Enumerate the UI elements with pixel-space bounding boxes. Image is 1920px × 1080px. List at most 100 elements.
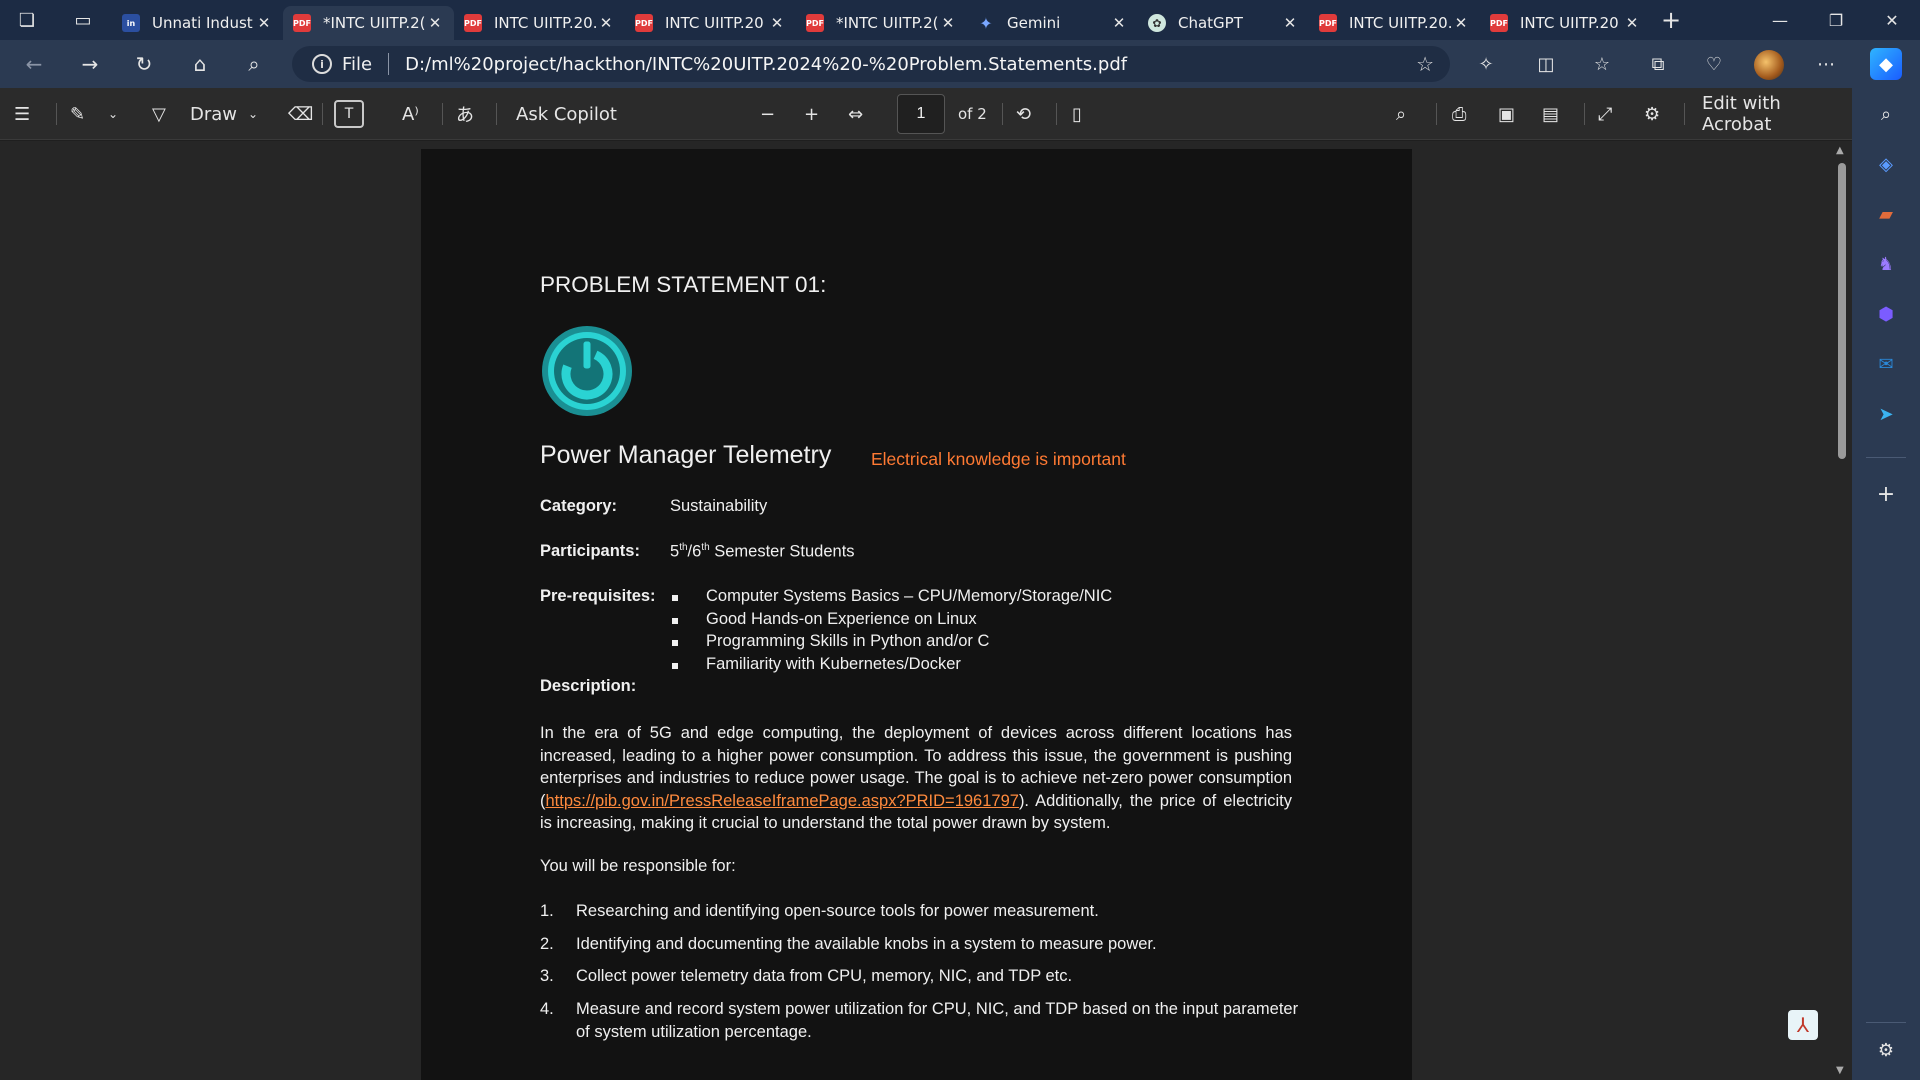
contents-icon[interactable]: ☰ <box>14 88 30 140</box>
prereq-list: Computer Systems Basics – CPU/Memory/Sto… <box>670 587 1230 677</box>
forward-icon[interactable]: → <box>72 48 108 80</box>
fit-width-icon[interactable]: ⇔ <box>848 88 863 140</box>
back-icon[interactable]: ← <box>16 48 52 80</box>
save-as-icon[interactable]: ▤ <box>1542 88 1559 140</box>
refresh-icon[interactable]: ↻ <box>126 48 162 80</box>
category-value: Sustainability <box>670 497 768 515</box>
drop-send-icon[interactable]: ➤ <box>1870 398 1902 430</box>
minimize-icon[interactable]: — <box>1752 0 1808 40</box>
close-tab-icon[interactable]: ✕ <box>768 14 786 32</box>
tab-actions-icon[interactable]: ▭ <box>54 0 112 40</box>
scroll-down-icon[interactable]: ▼ <box>1836 1065 1844 1076</box>
tab-6[interactable]: ✿ ChatGPT ✕ <box>1138 6 1309 40</box>
tab-5[interactable]: ✦ Gemini ✕ <box>967 6 1138 40</box>
annotation-note[interactable]: Electrical knowledge is important <box>871 449 1126 470</box>
copilot-icon[interactable]: ◆ <box>1870 48 1902 80</box>
tab-2[interactable]: PDF INTC UIITP.20. ✕ <box>454 6 625 40</box>
close-tab-icon[interactable]: ✕ <box>426 14 444 32</box>
profile-avatar[interactable] <box>1754 50 1784 80</box>
pdf-page: PROBLEM STATEMENT 01: Power Manager Tele… <box>421 149 1412 1080</box>
divider <box>1436 103 1437 125</box>
description-line: In the era of 5G and edge computing, the… <box>540 724 1292 742</box>
draw-button[interactable]: Draw <box>190 88 237 140</box>
save-icon[interactable]: ▣ <box>1498 88 1515 140</box>
read-aloud-icon[interactable]: A⁾ <box>402 88 419 140</box>
task-item: 1. Researching and identifying open-sour… <box>540 902 1099 921</box>
draw-icon[interactable]: ▽ <box>152 88 166 140</box>
tools-briefcase-icon[interactable]: ▰ <box>1870 198 1902 230</box>
responsible-label: You will be responsible for: <box>540 857 736 875</box>
print-icon[interactable]: ⎙ <box>1452 88 1466 140</box>
tab-bar: ❏ ▭ in Unnati Indust ✕ PDF *INTC UIITP.2… <box>0 0 1920 40</box>
browser-essentials-icon[interactable]: ♡ <box>1694 48 1734 80</box>
split-screen-icon[interactable]: ◫ <box>1526 48 1566 80</box>
scroll-thumb[interactable] <box>1838 163 1846 459</box>
eraser-icon[interactable]: ⌫ <box>288 88 313 140</box>
close-tab-icon[interactable]: ✕ <box>255 14 273 32</box>
tab-title: INTC UIITP.20. <box>494 14 597 32</box>
page-number-input[interactable] <box>897 94 945 134</box>
extensions-icon[interactable]: ✧ <box>1466 48 1506 80</box>
sidebar-settings-icon[interactable]: ⚙ <box>1870 1034 1902 1066</box>
close-tab-icon[interactable]: ✕ <box>1110 14 1128 32</box>
highlight-icon[interactable]: ✎ <box>70 88 85 140</box>
url-box[interactable]: i File D:/ml%20project/hackthon/INTC%20U… <box>292 46 1450 82</box>
divider <box>322 103 323 125</box>
url-text[interactable]: D:/ml%20project/hackthon/INTC%20UITP.202… <box>405 54 1416 75</box>
collections-icon[interactable]: ⧉ <box>1638 48 1678 80</box>
fullscreen-icon[interactable]: ⤢ <box>1598 88 1612 140</box>
edit-with-acrobat-button[interactable]: Edit with Acrobat <box>1702 88 1852 140</box>
home-icon[interactable]: ⌂ <box>182 48 218 80</box>
new-tab-icon[interactable]: + <box>1651 6 1691 34</box>
description-label: Description: <box>540 677 637 695</box>
divider <box>442 103 443 125</box>
sidebar-search-icon[interactable]: ⌕ <box>1870 98 1902 130</box>
restore-icon[interactable]: ❐ <box>1808 0 1864 40</box>
more-menu-icon[interactable]: ⋯ <box>1806 48 1846 80</box>
scrollbar[interactable]: ▲ ▼ <box>1832 141 1852 1080</box>
translate-icon[interactable]: あ <box>456 88 474 140</box>
ask-copilot-button[interactable]: Ask Copilot <box>516 88 617 140</box>
close-window-icon[interactable]: ✕ <box>1864 0 1920 40</box>
add-sidebar-app-icon[interactable]: + <box>1870 478 1902 510</box>
chevron-down-icon[interactable]: ⌄ <box>108 88 118 140</box>
outlook-icon[interactable]: ✉ <box>1870 348 1902 380</box>
find-icon[interactable]: ⌕ <box>1396 88 1406 140</box>
tab-8[interactable]: PDF INTC UIITP.20 ✕ <box>1480 6 1651 40</box>
task-item: 3. Collect power telemetry data from CPU… <box>540 967 1072 986</box>
task-text: Measure and record system power utilizat… <box>576 1000 1299 1018</box>
acrobat-icon[interactable]: ⅄ <box>1788 1010 1818 1040</box>
workspaces-icon[interactable]: ❏ <box>0 0 54 40</box>
shopping-tag-icon[interactable]: ◈ <box>1870 148 1902 180</box>
search-icon[interactable]: ⌕ <box>236 48 272 80</box>
pdf-icon: PDF <box>806 14 824 32</box>
settings-icon[interactable]: ⚙ <box>1644 88 1660 140</box>
site-info-icon[interactable]: i <box>312 54 332 74</box>
games-icon[interactable]: ♞ <box>1870 248 1902 280</box>
text-box-icon[interactable]: T <box>334 88 364 140</box>
tab-7[interactable]: PDF INTC UIITP.20. ✕ <box>1309 6 1480 40</box>
close-tab-icon[interactable]: ✕ <box>1452 14 1470 32</box>
favorite-star-icon[interactable]: ☆ <box>1416 52 1434 76</box>
close-tab-icon[interactable]: ✕ <box>1623 14 1641 32</box>
microsoft-365-icon[interactable]: ⬢ <box>1870 298 1902 330</box>
page-view-icon[interactable]: ▯ <box>1072 88 1082 140</box>
tab-0[interactable]: in Unnati Indust ✕ <box>112 6 283 40</box>
close-tab-icon[interactable]: ✕ <box>1281 14 1299 32</box>
zoom-out-icon[interactable]: − <box>760 88 775 140</box>
tab-1[interactable]: PDF *INTC UIITP.2( ✕ <box>283 6 454 40</box>
favorites-icon[interactable]: ☆ <box>1582 48 1622 80</box>
scroll-up-icon[interactable]: ▲ <box>1836 145 1844 156</box>
rotate-icon[interactable]: ⟲ <box>1016 88 1031 140</box>
zoom-in-icon[interactable]: + <box>804 88 819 140</box>
reference-link[interactable]: https://pib.gov.in/PressReleaseIframePag… <box>546 792 1019 810</box>
pdf-viewer[interactable]: PROBLEM STATEMENT 01: Power Manager Tele… <box>0 141 1852 1080</box>
chevron-down-icon[interactable]: ⌄ <box>248 88 258 140</box>
tab-3[interactable]: PDF INTC UIITP.20 ✕ <box>625 6 796 40</box>
tab-4[interactable]: PDF *INTC UIITP.2( ✕ <box>796 6 967 40</box>
close-tab-icon[interactable]: ✕ <box>939 14 957 32</box>
unnati-icon: in <box>122 14 140 32</box>
list-item: Programming Skills in Python and/or C <box>670 632 1230 655</box>
close-tab-icon[interactable]: ✕ <box>597 14 615 32</box>
task-number: 1. <box>540 902 554 920</box>
